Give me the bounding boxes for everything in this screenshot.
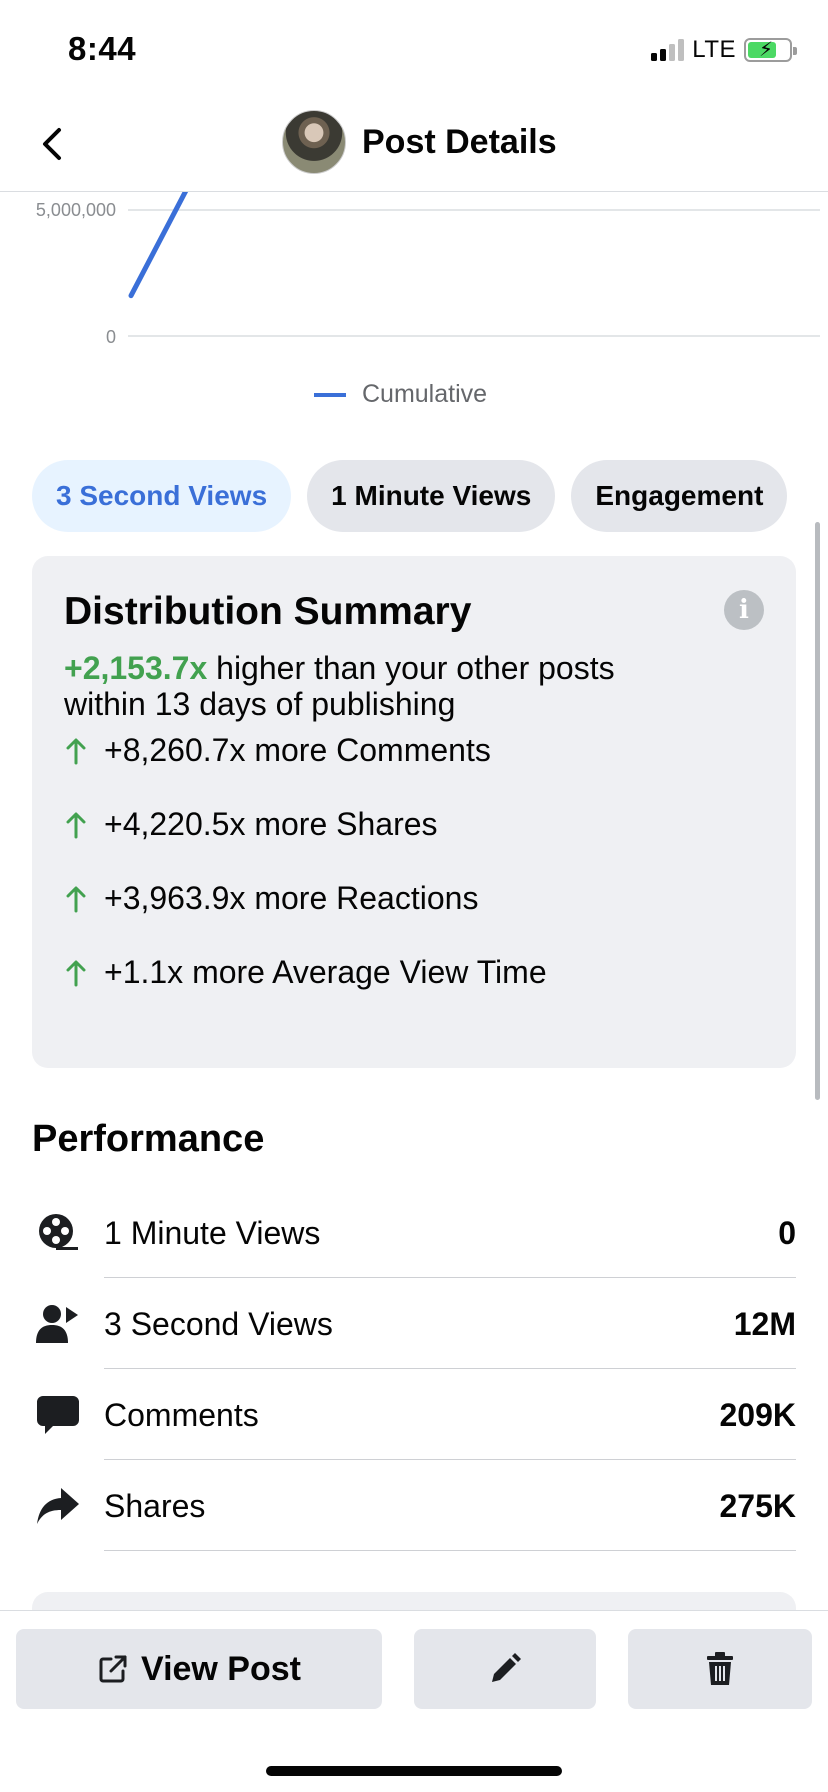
film-reel-icon (36, 1211, 80, 1255)
summary-lead-line2: within 13 days of publishing (64, 686, 456, 722)
performance-row: Shares 275K (32, 1460, 796, 1551)
status-indicators: LTE ⚡ (651, 36, 797, 64)
summary-lead-line1: higher than your other posts (207, 650, 615, 686)
header: Post Details (0, 96, 828, 192)
tab-engagement[interactable]: Engagement (571, 460, 788, 532)
network-label: LTE (692, 36, 736, 63)
trash-icon (707, 1652, 733, 1685)
performance-value: 12M (733, 1306, 796, 1342)
share-arrow-icon (36, 1484, 80, 1528)
metric-tabs: 3 Second Views 1 Minute Views Engagement (32, 460, 788, 532)
person-play-icon (36, 1302, 80, 1346)
performance-label: Comments (104, 1397, 259, 1433)
home-indicator[interactable] (266, 1766, 562, 1776)
performance-row: Comments 209K (32, 1369, 796, 1460)
up-arrow-icon (64, 885, 88, 913)
distribution-summary-card: Distribution Summary i +2,153.7x higher … (32, 556, 796, 1068)
performance-row: 3 Second Views 12M (32, 1278, 796, 1369)
up-arrow-icon (64, 811, 88, 839)
performance-value: 209K (719, 1397, 797, 1433)
info-icon[interactable]: i (724, 590, 764, 630)
summary-highlight: +2,153.7x (64, 650, 208, 686)
y-tick-label: 0 (105, 327, 116, 347)
y-tick-label: 5,000,000 (35, 200, 116, 220)
pencil-icon (492, 1653, 521, 1682)
performance-label: Shares (104, 1488, 206, 1524)
scrollbar[interactable] (815, 522, 820, 1100)
tab-3-second-views[interactable]: 3 Second Views (32, 460, 292, 532)
metric-text: +1.1x more Average View Time (104, 954, 547, 990)
performance-row: 1 Minute Views 0 (32, 1187, 796, 1278)
battery-icon: ⚡ (744, 38, 797, 62)
summary-metric: +3,963.9x more Reactions (64, 880, 478, 917)
charging-bolt-icon: ⚡ (759, 39, 774, 61)
external-link-icon (99, 1655, 127, 1683)
page-title: Post Details (362, 122, 557, 161)
tab-1-minute-views[interactable]: 1 Minute Views (307, 460, 556, 532)
next-section-card (32, 1592, 796, 1612)
summary-metric: +8,260.7x more Comments (64, 732, 491, 769)
status-time: 8:44 (68, 30, 137, 67)
performance-label: 1 Minute Views (104, 1215, 321, 1251)
delete-button[interactable] (628, 1629, 812, 1709)
performance-label: 3 Second Views (104, 1306, 333, 1342)
performance-value: 0 (778, 1215, 796, 1251)
summary-lead: +2,153.7x higher than your other posts w… (64, 650, 764, 722)
legend-swatch (314, 392, 346, 397)
edit-button[interactable] (414, 1629, 596, 1709)
header-title-group: Post Details (282, 110, 557, 174)
view-post-button[interactable]: View Post (16, 1629, 382, 1709)
up-arrow-icon (64, 737, 88, 765)
legend-label: Cumulative (362, 380, 488, 408)
comment-bubble-icon (36, 1393, 80, 1437)
metric-text: +8,260.7x more Comments (104, 732, 491, 768)
chart-legend: Cumulative (314, 380, 487, 409)
summary-metric: +1.1x more Average View Time (64, 954, 547, 991)
bottom-action-bar: View Post (0, 1610, 828, 1792)
chevron-left-icon (43, 128, 61, 160)
up-arrow-icon (64, 959, 88, 987)
signal-icon (651, 39, 685, 61)
back-button[interactable] (26, 118, 78, 170)
series-line-cumulative (128, 192, 189, 299)
summary-title: Distribution Summary (64, 590, 472, 633)
performance-title: Performance (32, 1118, 265, 1160)
performance-value: 275K (719, 1488, 797, 1524)
view-post-label: View Post (141, 1649, 301, 1688)
summary-metric: +4,220.5x more Shares (64, 806, 438, 843)
status-bar: 8:44 LTE ⚡ (0, 0, 828, 96)
avatar (282, 110, 346, 174)
metric-text: +4,220.5x more Shares (104, 806, 438, 842)
metric-text: +3,963.9x more Reactions (104, 880, 479, 916)
